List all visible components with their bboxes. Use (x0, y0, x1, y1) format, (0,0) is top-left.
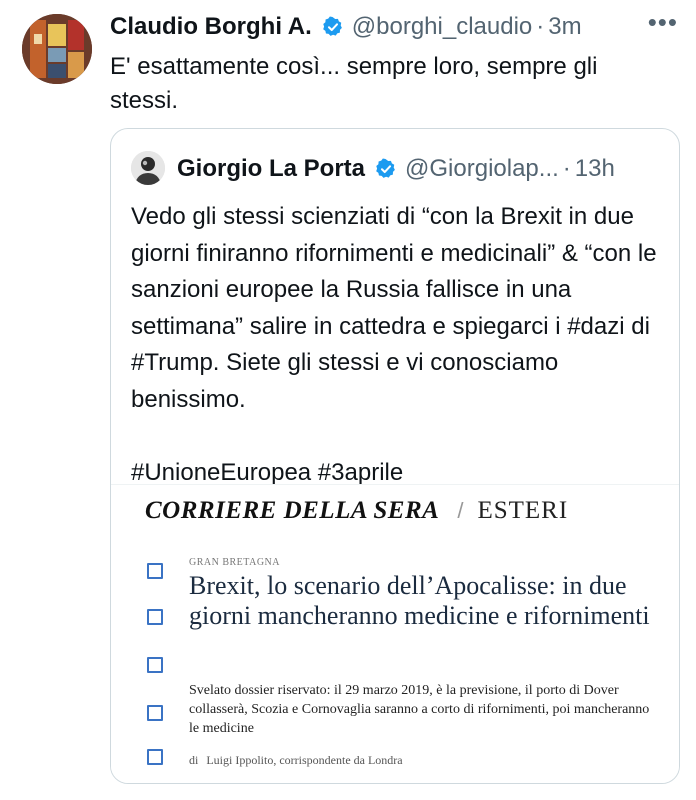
quoted-timestamp[interactable]: 13h (575, 155, 615, 183)
verified-badge-icon (322, 16, 342, 36)
article-kicker: GRAN BRETAGNA (189, 557, 280, 568)
verified-badge-icon (376, 158, 395, 178)
article-byline: di Luigi Ippolito, corrispondente da Lond… (189, 753, 403, 768)
quoted-tweet-header: Giorgio La Porta @Giorgiolap... · 13h (177, 153, 667, 185)
newspaper-name: CORRIERE DELLA SERA (145, 497, 440, 524)
author-handle[interactable]: @borghi_claudio (352, 13, 532, 41)
masthead-separator: / (457, 498, 464, 523)
share-checkbox-icon (147, 705, 163, 721)
quoted-tweet-text: Vedo gli stessi scienziati di “con la Br… (131, 203, 657, 486)
byline-prefix: di (189, 753, 199, 767)
author-name[interactable]: Claudio Borghi A. (110, 13, 312, 41)
more-icon[interactable]: ••• (648, 9, 678, 35)
avatar-image (22, 14, 92, 84)
byline-author: Luigi Ippolito, corrispondente da Londra (206, 753, 403, 767)
share-checkbox-icon (147, 609, 163, 625)
avatar[interactable] (22, 14, 92, 84)
timestamp[interactable]: 3m (548, 13, 581, 41)
tweet-text: E' esattamente così... sempre loro, semp… (110, 53, 605, 114)
article-image[interactable]: CORRIERE DELLA SERA / ESTERI GRAN BRETAG… (111, 484, 679, 783)
quoted-author-name[interactable]: Giorgio La Porta (177, 155, 365, 183)
separator-dot: · (562, 155, 571, 182)
quoted-tweet-card[interactable]: Giorgio La Porta @Giorgiolap... · 13h Ve… (110, 128, 680, 784)
tweet-header: Claudio Borghi A. @borghi_claudio · 3m (110, 10, 678, 44)
quoted-avatar (131, 151, 165, 185)
article-masthead: CORRIERE DELLA SERA / ESTERI (145, 497, 568, 525)
share-checkbox-icon (147, 749, 163, 765)
article-headline: Brexit, lo scenario dell’Apocalisse: in … (189, 571, 650, 630)
section-name: ESTERI (477, 497, 569, 524)
share-checkbox-icon (147, 563, 163, 579)
separator-dot: · (536, 13, 545, 40)
share-checkbox-icon (147, 657, 163, 673)
quoted-author-handle[interactable]: @Giorgiolap... (405, 155, 559, 183)
quoted-avatar-image (131, 151, 165, 185)
article-summary: Svelato dossier riservato: il 29 marzo 2… (189, 683, 650, 736)
